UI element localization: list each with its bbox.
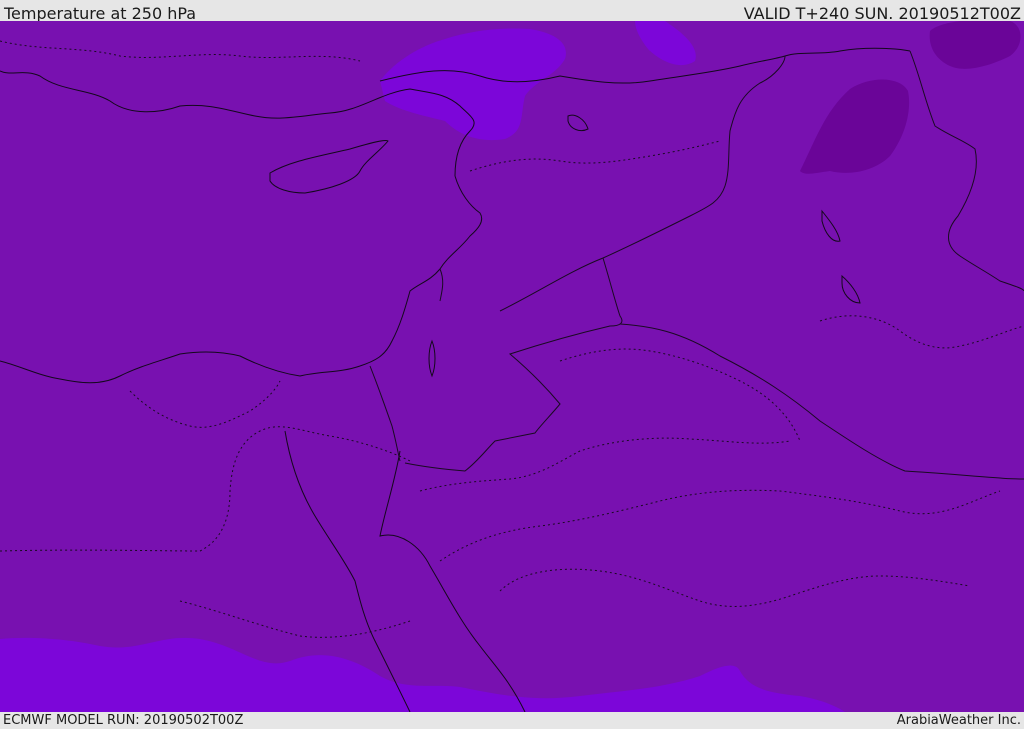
map-area (0, 21, 1024, 712)
credit-label: ArabiaWeather Inc. (896, 713, 1021, 728)
header-bar: Temperature at 250 hPa VALID T+240 SUN. … (0, 0, 1024, 23)
model-run-label: ECMWF MODEL RUN: 20190502T00Z (3, 713, 244, 728)
temperature-map (0, 21, 1024, 712)
footer-bar: ECMWF MODEL RUN: 20190502T00Z ArabiaWeat… (0, 712, 1024, 729)
